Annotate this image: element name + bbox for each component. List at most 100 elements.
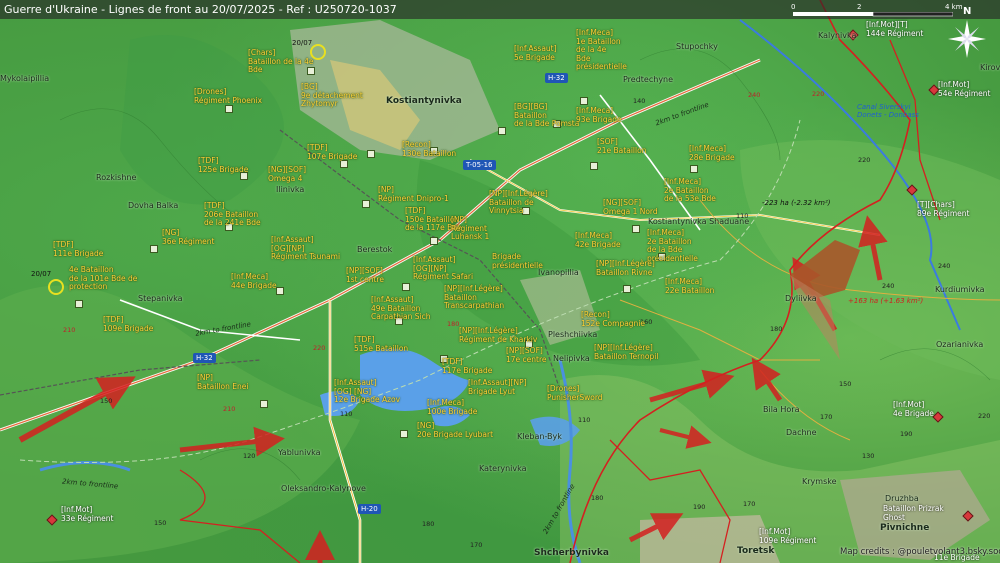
ru-unit-label[interactable]: [Inf.Mot] 109e Régiment [759, 527, 816, 545]
unit-label[interactable]: [Drones] Régiment Phoenix [194, 87, 262, 105]
unit-label[interactable]: [Inf.Meca] 93e Brigade [576, 106, 622, 124]
unit-label[interactable]: [NP] Régiment Luhansk 1 [451, 215, 489, 242]
map-title: Guerre d'Ukraine - Lignes de front au 20… [4, 3, 397, 16]
scale-label-4: 4 km [945, 3, 963, 11]
unit-label[interactable]: [NG][SOF] Omega 1 Nord [603, 198, 658, 216]
unit-label[interactable]: [Inf.Meca] 2e Bataillon de la Bde présid… [647, 228, 698, 263]
unit-label[interactable]: [Inf.Assaut] 49e Bataillon Carpathian Si… [371, 295, 431, 322]
unit-marker[interactable] [225, 105, 233, 113]
map-credits: Map credits : @poulet​volant3.bsky.socia… [840, 547, 1000, 557]
unit-label[interactable]: [Inf.Meca] 22e Bataillon [665, 277, 714, 295]
place-label: Yablunivka [278, 448, 321, 457]
unit-marker[interactable] [580, 97, 588, 105]
unit-label[interactable]: 4e Bataillon de la 101e Bde de protectio… [69, 265, 137, 292]
unit-label[interactable]: [BG][BG] Bataillon de la Bde Pomsta [514, 102, 579, 129]
place-label: Dovha Balka [128, 201, 179, 210]
ru-unit-label[interactable]: [Inf.Mot] 4e Brigade [893, 400, 934, 418]
road-number: 190 [693, 503, 706, 511]
unit-marker[interactable] [340, 160, 348, 168]
unit-marker[interactable] [367, 150, 375, 158]
unit-label[interactable]: [NG][SOF] Omega 4 [268, 165, 306, 183]
unit-label[interactable]: [Inf.Meca] 28e Brigade [689, 144, 735, 162]
unit-marker[interactable] [632, 225, 640, 233]
unit-marker[interactable] [690, 165, 698, 173]
unit-marker[interactable] [400, 430, 408, 438]
unit-label[interactable]: [NP][Inf.Légère] Bataillon de Vinnytsia [489, 189, 548, 216]
ru-unit-label[interactable]: [Inf.Mot] 54e Régiment [938, 80, 991, 98]
unit-marker[interactable] [362, 200, 370, 208]
unit-label[interactable]: [NP] Bataillon Enei [197, 373, 248, 391]
unit-label[interactable]: [Inf.Assaut] [OG] [NG] 12e Brigade Azov [334, 378, 400, 405]
unit-label[interactable]: [TDF] 111e Brigade [53, 240, 103, 258]
unit-marker[interactable] [590, 162, 598, 170]
unit-label[interactable]: [TDF] 206e Bataillon de la 241e Bde [204, 201, 261, 228]
road-number: 150 [154, 519, 167, 527]
unit-label[interactable]: [Inf.Assaut][NP] Brigade Lyut [468, 378, 527, 396]
place-label: Ozarianivka [936, 340, 984, 349]
unit-label[interactable]: [Recon] 130e Bataillon [402, 140, 456, 158]
unit-label[interactable]: [TDF] 117e Brigade [442, 357, 492, 375]
unit-label[interactable]: [BG] 9e détachement Zhytomyr [301, 82, 363, 109]
date-label: 20/07 [31, 270, 52, 278]
unit-label[interactable]: [TDF] 109e Brigade [103, 315, 153, 333]
road-number: 110 [340, 410, 353, 418]
ru-unit-label[interactable]: [Inf.Mot][T] 144e Régiment [866, 20, 923, 38]
ru-unit-label[interactable]: [Inf.Mot] 33e Régiment [61, 505, 114, 523]
ru-unit-label[interactable]: Bataillon Prizrak Ghost [883, 504, 944, 522]
unit-label[interactable]: [Chars] Bataillon de la 4e Bde [248, 48, 313, 75]
unit-label[interactable]: [Inf.Assaut] [OG][NP] Régiment Safari [413, 255, 473, 282]
unit-label[interactable]: [Inf.Meca] 2e Bataillon de la 53e Bde [664, 177, 716, 204]
unit-label[interactable]: [TDF] 125e Brigade [198, 156, 248, 174]
unit-label[interactable]: [NP][SOF] 1st centre [346, 266, 384, 284]
unit-label[interactable]: [TDF] 515e Bataillon [354, 335, 408, 353]
unit-label[interactable]: Brigade présidentielle [492, 252, 543, 270]
place-label: Bila Hora [763, 405, 800, 414]
road-number: 240 [938, 262, 951, 270]
road-number: 220 [978, 412, 991, 420]
road-number: 150 [100, 397, 113, 405]
road-number: 130 [862, 452, 875, 460]
unit-label[interactable]: [NP] Régiment Dnipro-1 [378, 185, 449, 203]
unit-label[interactable]: [Inf.Assaut] 5e Brigade [514, 44, 557, 62]
unit-label[interactable]: [SOF] 21e Bataillon [597, 137, 646, 155]
scale-bar [793, 12, 953, 17]
unit-label[interactable]: [Inf.Meca] 42e Brigade [575, 231, 621, 249]
road-number: 240 [882, 282, 895, 290]
date-label: 20/07 [292, 39, 313, 47]
unit-label[interactable]: [NG] 36e Régiment [162, 228, 215, 246]
road-number: 210 [223, 405, 236, 413]
unit-label[interactable]: [Drones] PunisherSword [547, 384, 603, 402]
unit-label[interactable]: [NP][Inf.Légère] Régiment de Kharkiv [459, 326, 537, 344]
place-label: Dachne [786, 428, 817, 437]
place-label: Stepanivka [138, 294, 183, 303]
unit-label[interactable]: [NG] 20e Brigade Lyubart [417, 421, 493, 439]
map[interactable]: Guerre d'Ukraine - Lignes de front au 20… [0, 0, 1000, 563]
area-change-label: -223 ha (-2.32 km²) [762, 199, 831, 207]
canal-label: Canal Siverskyi Donets - Donbass [857, 103, 919, 119]
road-number: 180 [770, 325, 783, 333]
unit-marker[interactable] [430, 237, 438, 245]
place-label: Toretsk [737, 546, 775, 556]
unit-marker[interactable] [623, 285, 631, 293]
unit-label[interactable]: [NP][Inf.Légère] Bataillon Transcarpathi… [444, 284, 504, 311]
unit-label[interactable]: [Recon] 152e Compagnie [581, 310, 645, 328]
unit-label[interactable]: [Inf.Assaut] [OG][NP] Régiment Tsunami [271, 235, 340, 262]
unit-label[interactable]: [NP][SOF] 17e centre [506, 346, 547, 364]
unit-label[interactable]: [Inf.Meca] 1e Bataillon de la 4e Bde pré… [576, 28, 627, 72]
place-label: Shcherbynivka [534, 548, 609, 558]
unit-label[interactable]: [Inf.Meca] 44e Brigade [231, 272, 277, 290]
unit-marker[interactable] [498, 127, 506, 135]
unit-label[interactable]: [NP][Inf.Légère] Bataillon Ternopil [594, 343, 658, 361]
unit-marker[interactable] [276, 287, 284, 295]
unit-marker[interactable] [402, 283, 410, 291]
unit-label[interactable]: [NP][Inf.Légère] Bataillon Rivne [596, 259, 655, 277]
road-number: 190 [900, 430, 913, 438]
unit-label[interactable]: [Inf.Meca] 100e Brigade [427, 398, 477, 416]
road-number: 210 [63, 326, 76, 334]
ru-unit-label[interactable]: [T][Chars] 89e Régiment [917, 200, 970, 218]
unit-marker[interactable] [75, 300, 83, 308]
place-label: Ivanopillia [538, 268, 579, 277]
unit-marker[interactable] [150, 245, 158, 253]
unit-marker[interactable] [260, 400, 268, 408]
unit-label[interactable]: [TDF] 107e Brigade [307, 143, 357, 161]
